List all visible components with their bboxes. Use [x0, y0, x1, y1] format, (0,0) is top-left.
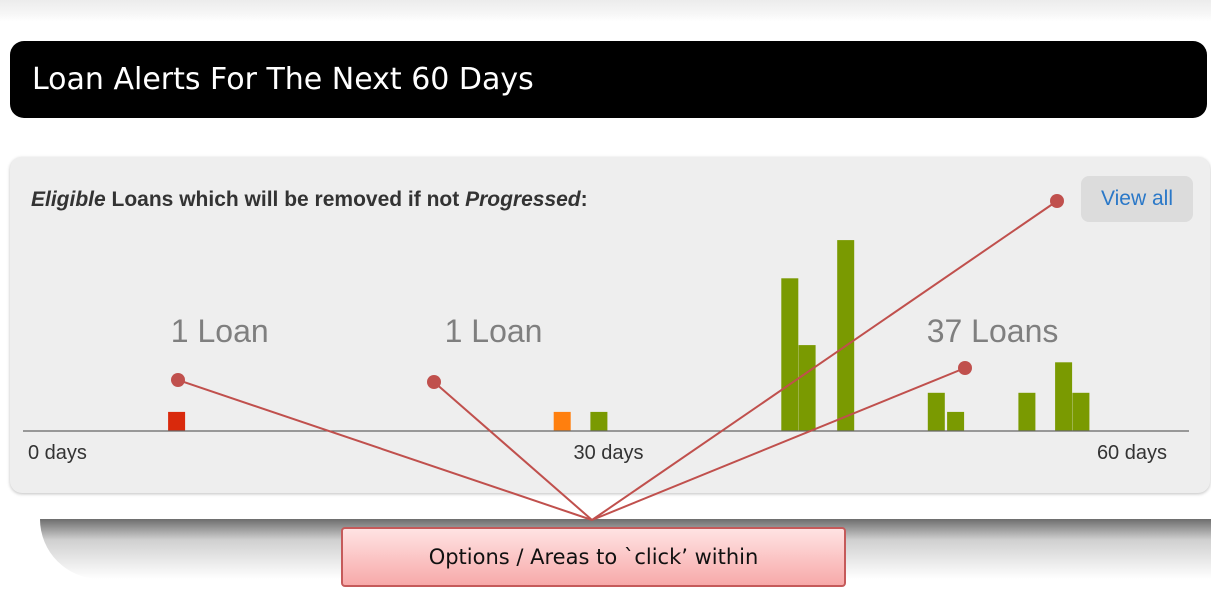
loan-count-label-0[interactable]: 1 Loan: [171, 313, 269, 349]
chart-bar-0: [168, 411, 186, 431]
chart-bar-2: [590, 411, 608, 431]
x-tick-label-0: 0 days: [28, 442, 87, 464]
loan-count-label-1[interactable]: 1 Loan: [445, 313, 543, 349]
annotation-line-1: [433, 381, 593, 521]
x-tick-label-2: 60 days: [1097, 442, 1167, 464]
chart-bar-6: [927, 392, 945, 431]
annotation-line-2: [591, 367, 966, 521]
screenshot-stage: Loan Alerts For The Next 60 Days Eligibl…: [0, 0, 1211, 591]
chart-bar-3: [781, 278, 799, 431]
chart-bar-10: [1072, 392, 1090, 431]
chart-bar-4: [798, 345, 816, 431]
annotation-line-0: [177, 379, 593, 521]
annotation-line-3: [591, 200, 1058, 521]
loan-count-label-2[interactable]: 37 Loans: [927, 313, 1059, 349]
callout-box: Options / Areas to `click’ within: [341, 527, 846, 587]
annotation-dot-2: [958, 361, 972, 375]
chart-bar-7: [947, 411, 965, 431]
annotation-dot-1: [427, 375, 441, 389]
annotation-dot-3: [1050, 194, 1064, 208]
chart-bar-9: [1055, 362, 1073, 431]
loan-alerts-chart: 1 Loan 1 Loan 37 Loans 0 days 30 days 60 days: [23, 194, 1189, 521]
chart-bar-1: [553, 411, 571, 431]
chart-bar-5: [837, 240, 855, 431]
annotation-dot-0: [171, 373, 185, 387]
chart-bar-8: [1018, 392, 1036, 431]
x-tick-label-1: 30 days: [573, 442, 643, 464]
